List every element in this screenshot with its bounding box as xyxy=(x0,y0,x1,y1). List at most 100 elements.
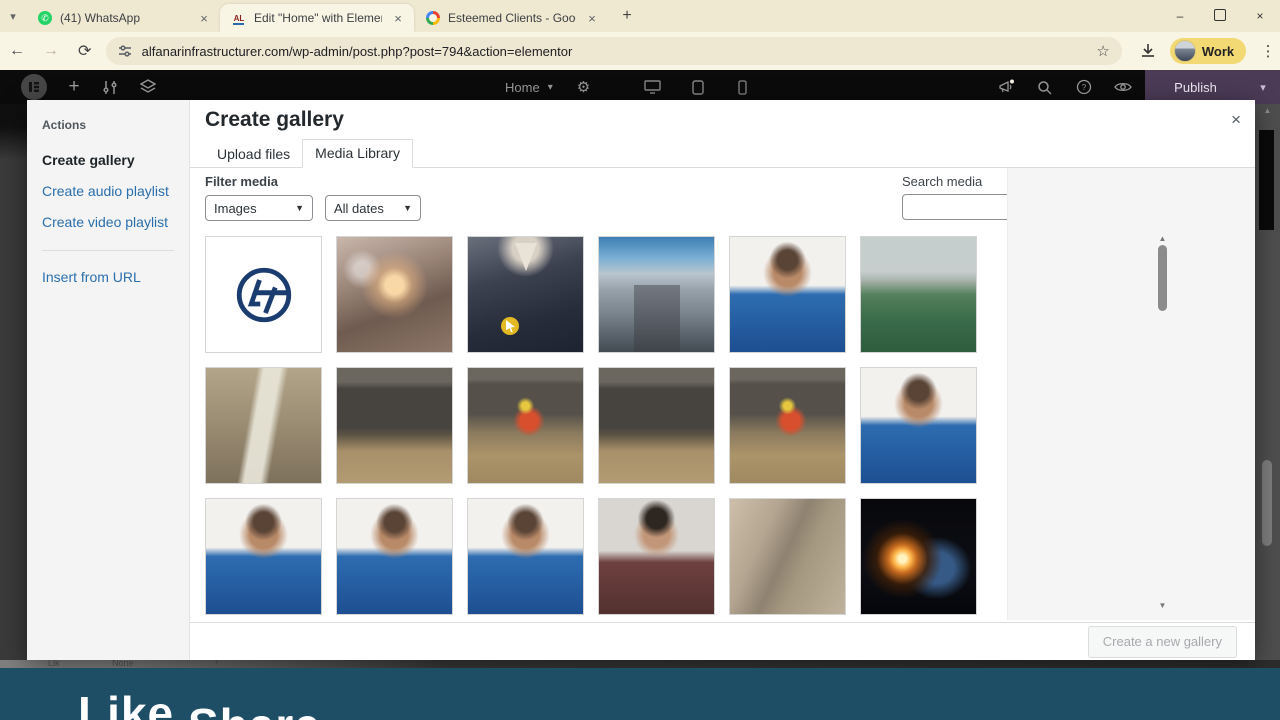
attachment-foundation-rebar[interactable] xyxy=(598,367,715,484)
attachment-details-pane xyxy=(1007,168,1255,620)
sidebar-item-create-video-playlist[interactable]: Create video playlist xyxy=(42,214,189,230)
chevron-down-icon: ▼ xyxy=(295,203,304,213)
browser-tab-strip: ▾ ✆ (41) WhatsApp × AL Edit "Home" with Elem… xyxy=(0,0,1280,32)
gear-icon[interactable]: ⚙ xyxy=(577,78,590,96)
scroll-up-icon[interactable]: ▲ xyxy=(1156,234,1169,243)
maximize-button[interactable] xyxy=(1200,8,1240,24)
modal-title: Create gallery xyxy=(205,108,344,131)
page-selector-label: Home xyxy=(505,79,540,95)
browser-tab[interactable]: Esteemed Clients - Google Sea × xyxy=(414,4,608,32)
attachment-concrete-pole[interactable] xyxy=(205,367,322,484)
new-tab-button[interactable]: + xyxy=(614,3,640,29)
tablet-preview-icon[interactable] xyxy=(686,70,710,104)
page-scroll-up-icon[interactable]: ▲ xyxy=(1255,106,1280,115)
page-selector[interactable]: Home ▾ ⚙ xyxy=(505,70,590,104)
dimmed-page-left-edge xyxy=(0,104,27,660)
attachment-businessman-city[interactable] xyxy=(467,236,584,353)
tabs-container: ✆ (41) WhatsApp × AL Edit "Home" with Elemen… xyxy=(26,4,608,32)
sliver-caret: ▾ xyxy=(215,660,219,666)
dimmed-page-bottom-sliver: Lik None ▾ xyxy=(0,660,1280,668)
browser-toolbar: ← → ⟳ alfanarinfrastructurer.com/wp-admi… xyxy=(0,32,1280,70)
attachment-worker-red[interactable] xyxy=(729,367,846,484)
attachment-portrait-blue-suit[interactable] xyxy=(205,498,322,615)
attachment-portrait-blue-suit[interactable] xyxy=(467,498,584,615)
attachment-escalators[interactable] xyxy=(598,236,715,353)
banner-word-like: Like xyxy=(78,687,175,720)
page-banner-band: Like Share xyxy=(0,668,1280,720)
lt-logo-mark xyxy=(236,267,291,322)
scroll-down-icon[interactable]: ▼ xyxy=(1156,601,1169,610)
modal-close-icon[interactable]: × xyxy=(1231,110,1241,130)
publish-button[interactable]: Publish xyxy=(1145,80,1246,95)
sidebar-divider xyxy=(42,250,174,251)
sidebar-item-create-gallery[interactable]: Create gallery xyxy=(42,152,189,168)
help-icon[interactable]: ? xyxy=(1072,70,1096,104)
whats-new-megaphone-icon[interactable] xyxy=(993,70,1019,104)
minimize-button[interactable]: – xyxy=(1160,9,1200,23)
media-type-select[interactable]: Images ▼ xyxy=(205,195,313,221)
browser-menu-icon[interactable]: ⋮ xyxy=(1256,42,1280,60)
attachments-grid xyxy=(205,236,977,615)
publish-split-button[interactable]: Publish ▾ xyxy=(1145,70,1280,104)
sidebar-items: Create gallery Create audio playlist Creat… xyxy=(42,152,189,230)
elementor-logo-icon[interactable] xyxy=(20,70,48,104)
reload-button[interactable]: ⟳ xyxy=(68,41,102,61)
screen: ▾ ✆ (41) WhatsApp × AL Edit "Home" with Elem… xyxy=(0,0,1280,720)
attachment-handshake[interactable] xyxy=(336,236,453,353)
elementor-top-bar: + Home ▾ ⚙ ? Publish ▾ xyxy=(0,70,1280,104)
site-settings-sliders-icon[interactable] xyxy=(98,70,122,104)
browser-profile-button[interactable]: Work xyxy=(1169,38,1247,64)
page-scrollbar-thumb[interactable] xyxy=(1262,460,1272,546)
attachment-portrait-maroon-suit[interactable] xyxy=(598,498,715,615)
attachment-portrait-blue-suit[interactable] xyxy=(336,498,453,615)
url-text: alfanarinfrastructurer.com/wp-admin/post… xyxy=(141,43,573,59)
tab-media-library[interactable]: Media Library xyxy=(302,139,413,168)
tab-title: Edit "Home" with Elementor xyxy=(254,11,382,25)
modal-sidebar: Actions Create gallery Create audio playl… xyxy=(27,100,190,660)
modal-scrollbar-thumb[interactable] xyxy=(1158,245,1167,311)
desktop-preview-icon[interactable] xyxy=(640,70,664,104)
sidebar-heading: Actions xyxy=(42,118,87,132)
profile-avatar xyxy=(1173,40,1196,62)
tab-close-icon[interactable]: × xyxy=(584,11,600,26)
attachment-portrait-blue-suit[interactable] xyxy=(860,367,977,484)
site-settings-icon[interactable] xyxy=(118,44,132,58)
tab-title: (41) WhatsApp xyxy=(60,11,141,25)
preview-eye-icon[interactable] xyxy=(1110,70,1136,104)
modal-scrollbar: ▲ ▼ xyxy=(1156,232,1169,612)
attachment-portrait-blue-suit[interactable] xyxy=(729,236,846,353)
attachment-worker-red[interactable] xyxy=(467,367,584,484)
tab-close-icon[interactable]: × xyxy=(196,11,212,26)
media-date-select[interactable]: All dates ▼ xyxy=(325,195,421,221)
modal-main: Create gallery × Upload files Media Libra… xyxy=(190,100,1255,660)
browser-tab[interactable]: AL Edit "Home" with Elementor × xyxy=(220,4,414,32)
create-gallery-modal: Actions Create gallery Create audio playl… xyxy=(27,100,1255,660)
add-element-icon[interactable]: + xyxy=(62,70,86,104)
tab-close-icon[interactable]: × xyxy=(390,11,406,26)
sidebar-item-create-audio-playlist[interactable]: Create audio playlist xyxy=(42,183,189,199)
dimmed-page-right-edge: ▲ xyxy=(1255,104,1280,660)
bookmark-star-icon[interactable]: ☆ xyxy=(1096,42,1109,60)
close-window-button[interactable]: × xyxy=(1240,9,1280,23)
forward-button[interactable]: → xyxy=(34,42,68,60)
finder-search-icon[interactable] xyxy=(1032,70,1056,104)
whatsapp-icon: ✆ xyxy=(38,11,52,25)
tab-upload-files[interactable]: Upload files xyxy=(205,141,302,168)
attachment-earth-sunrise[interactable] xyxy=(860,498,977,615)
back-button[interactable]: ← xyxy=(0,42,34,60)
browser-tab[interactable]: ✆ (41) WhatsApp × xyxy=(26,4,220,32)
publish-options-chevron-icon[interactable]: ▾ xyxy=(1246,81,1280,94)
media-router-tabs: Upload files Media Library xyxy=(190,139,1255,168)
attachment-foundation-rebar[interactable] xyxy=(336,367,453,484)
sidebar-item-insert-from-url[interactable]: Insert from URL xyxy=(42,269,189,285)
attachment-lt-logo[interactable] xyxy=(205,236,322,353)
mobile-preview-icon[interactable] xyxy=(730,70,754,104)
chevron-down-icon: ▾ xyxy=(547,81,553,93)
tab-search-chevron-icon[interactable]: ▾ xyxy=(0,2,26,30)
attachment-concrete-slab[interactable] xyxy=(729,498,846,615)
structure-layers-icon[interactable] xyxy=(136,70,160,104)
attachment-site-green-fence[interactable] xyxy=(860,236,977,353)
downloads-icon[interactable] xyxy=(1140,43,1156,59)
create-new-gallery-button[interactable]: Create a new gallery xyxy=(1087,625,1237,658)
address-bar[interactable]: alfanarinfrastructurer.com/wp-admin/post… xyxy=(105,37,1122,65)
